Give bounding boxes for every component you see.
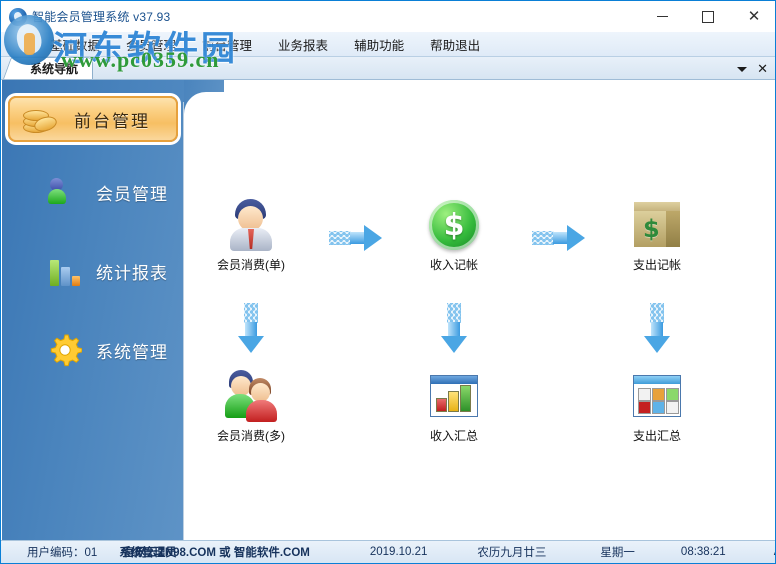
coins-icon — [22, 104, 59, 134]
application-window: 智能会员管理系统 v37.93 ✕ 基础数据 会员管理 前台管理 业务报表 辅助… — [0, 0, 776, 564]
bar-chart-icon — [48, 254, 82, 288]
node-label: 支出汇总 — [632, 429, 681, 443]
app-logo-icon — [9, 7, 27, 26]
sidebar-item-statistics-reports[interactable]: 统计报表 — [2, 241, 184, 301]
node-label: 支出记帐 — [632, 258, 681, 272]
arrow-right-2-icon — [532, 225, 592, 251]
node-label: 收入记帐 — [429, 258, 478, 272]
status-time: 08:38:21 — [680, 546, 726, 558]
box-dollar-icon: $ — [602, 197, 712, 253]
arrow-down-2-icon — [441, 303, 467, 353]
menu-bar: 基础数据 会员管理 前台管理 业务报表 辅助功能 帮助退出 — [1, 32, 775, 57]
window-grid-icon — [602, 368, 712, 424]
menu-item-aux-functions[interactable]: 辅助功能 — [343, 32, 415, 57]
tab-strip-controls: ✕ — [737, 63, 775, 79]
arrow-down-1-icon — [238, 303, 264, 353]
menu-item-business-reports[interactable]: 业务报表 — [267, 32, 339, 57]
minimize-button[interactable] — [639, 1, 685, 32]
tab-system-navigation[interactable]: 系统导航 — [13, 57, 94, 79]
status-database: Access — [770, 546, 775, 558]
sidebar-item-front-desk[interactable]: 前台管理 — [8, 96, 178, 142]
sidebar-item-label: 前台管理 — [74, 111, 150, 131]
tab-close-icon[interactable]: ✕ — [757, 63, 768, 76]
sidebar: 前台管理 会员管理 统计报表 系统管理 — [2, 80, 184, 541]
window-bar-chart-icon — [399, 368, 509, 424]
chevron-down-icon[interactable] — [737, 67, 748, 72]
close-button[interactable]: ✕ — [731, 1, 775, 32]
close-icon: ✕ — [747, 7, 761, 25]
menu-item-member-management[interactable]: 会员管理 — [115, 32, 187, 57]
person-blue-icon — [196, 197, 306, 253]
sidebar-item-member-management[interactable]: 会员管理 — [2, 162, 184, 222]
node-member-consume-single[interactable]: 会员消费(单) — [196, 197, 306, 273]
tab-strip: 系统导航 ✕ — [1, 57, 775, 80]
node-label: 会员消费(多) — [217, 429, 285, 443]
node-label: 会员消费(单) — [217, 258, 285, 272]
status-admin-text: 系统管理员 — [119, 547, 177, 559]
minimize-icon — [656, 16, 668, 17]
two-people-green-red-icon — [196, 368, 306, 424]
sidebar-item-label: 系统管理 — [96, 342, 168, 362]
arrow-right-1-icon — [329, 225, 389, 251]
panel-corner-decoration — [184, 80, 224, 132]
window-title: 智能会员管理系统 v37.93 — [32, 10, 171, 24]
node-income-summary[interactable]: 收入汇总 — [399, 368, 509, 444]
gear-icon — [48, 333, 82, 367]
node-expense-summary[interactable]: 支出汇总 — [602, 368, 712, 444]
status-bar: 用户编码：01 官网云ZN98.COM 或 智能软件.COM 系统管理员 201… — [1, 540, 775, 563]
sidebar-item-label: 会员管理 — [96, 184, 168, 204]
two-people-icon — [48, 175, 82, 209]
navigation-panel: 会员消费(单) $ 收入记帐 $ 支出记帐 会员消费(多) 收入汇总 支出汇总 — [184, 80, 775, 541]
maximize-button[interactable] — [685, 1, 731, 32]
menu-item-front-desk[interactable]: 前台管理 — [191, 32, 263, 57]
menu-item-help-exit[interactable]: 帮助退出 — [419, 32, 491, 57]
status-user-code: 用户编码：01 — [27, 547, 98, 559]
title-bar: 智能会员管理系统 v37.93 ✕ — [1, 1, 775, 32]
tab-label: 系统导航 — [30, 62, 79, 76]
status-weekday: 星期一 — [600, 547, 635, 559]
arrow-down-3-icon — [644, 303, 670, 353]
sidebar-item-label: 统计报表 — [96, 263, 168, 283]
node-income-entry[interactable]: $ 收入记帐 — [399, 197, 509, 273]
green-dollar-coin-icon: $ — [399, 197, 509, 253]
node-member-consume-multi[interactable]: 会员消费(多) — [196, 368, 306, 444]
status-date: 2019.10.21 — [369, 546, 428, 558]
sidebar-item-system-management[interactable]: 系统管理 — [2, 320, 184, 380]
menu-item-basic-data[interactable]: 基础数据 — [39, 32, 111, 57]
status-lunar-date: 农历九月廿三 — [477, 547, 547, 559]
maximize-icon — [702, 10, 714, 23]
node-expense-entry[interactable]: $ 支出记帐 — [602, 197, 712, 273]
status-admin-site: 官网云ZN98.COM 或 智能软件.COM 系统管理员 — [119, 544, 314, 560]
node-label: 收入汇总 — [429, 429, 478, 443]
window-controls: ✕ — [639, 1, 775, 32]
workspace: 前台管理 会员管理 统计报表 系统管理 会员消费(单) $ 收入记帐 $ 支出记… — [1, 80, 775, 541]
